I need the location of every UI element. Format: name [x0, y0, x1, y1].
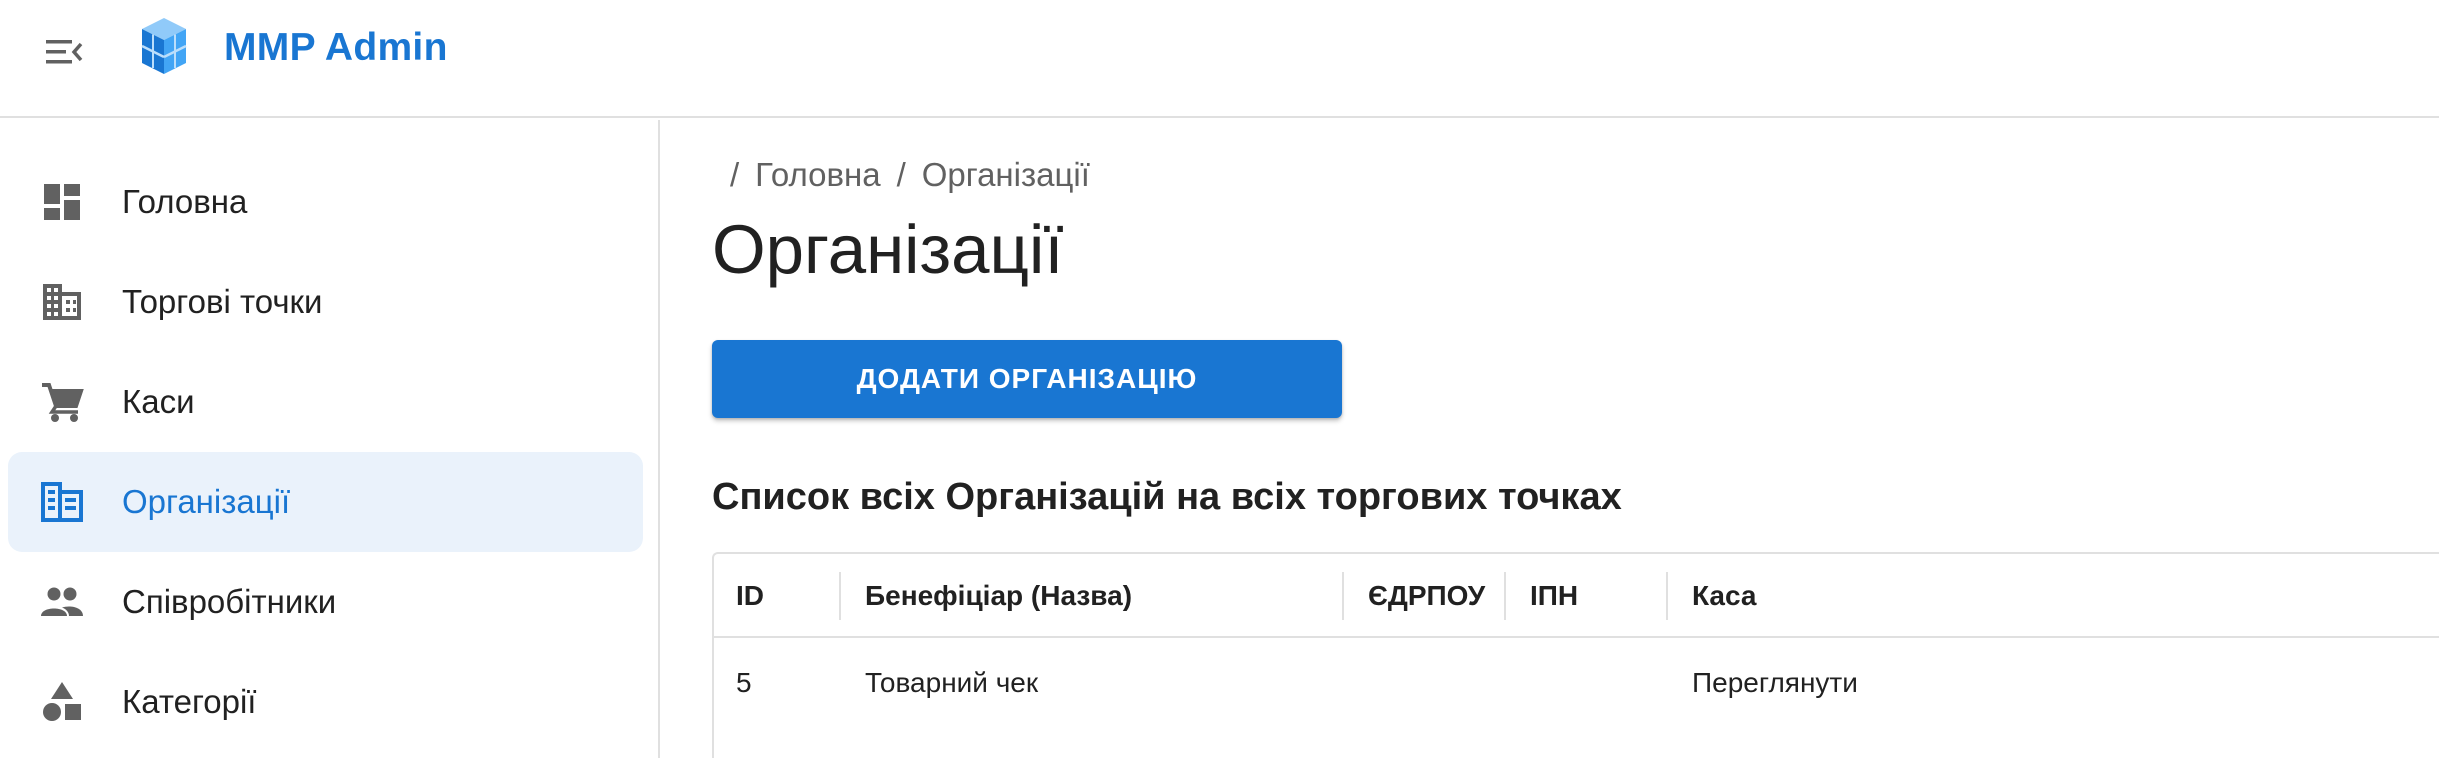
people-icon	[41, 587, 83, 616]
add-organization-button[interactable]: ДОДАТИ ОРГАНІЗАЦІЮ	[712, 340, 1342, 418]
app-title: MMP Admin	[224, 26, 448, 69]
category-shapes-icon	[43, 682, 81, 721]
cubes-logo-icon	[141, 18, 187, 74]
breadcrumb: / Головна / Організації	[730, 156, 1106, 194]
sidebar-item-organizations[interactable]: Організації	[8, 452, 643, 552]
dashboard-icon	[44, 184, 80, 220]
building-icon	[43, 284, 81, 320]
sidebar-item-stores[interactable]: Торгові точки	[8, 252, 643, 352]
column-separator[interactable]	[1504, 572, 1506, 620]
cell-name: Товарний чек	[865, 667, 1039, 698]
column-separator[interactable]	[839, 572, 841, 620]
top-app-bar: MMP Admin	[0, 0, 2439, 118]
column-separator[interactable]	[1342, 572, 1344, 620]
breadcrumb-separator: /	[730, 156, 740, 193]
sidebar-item-label: Каси	[122, 383, 195, 420]
sidebar-item-label: Категорії	[122, 683, 257, 720]
column-header-edrpou[interactable]: ЄДРПОУ	[1346, 554, 1485, 638]
cart-icon	[42, 383, 84, 422]
column-header-kasa[interactable]: Каса	[1670, 554, 1757, 638]
organization-icon	[41, 482, 83, 522]
sidebar-item-label: Організації	[122, 483, 291, 520]
sidebar-item-categories[interactable]: Категорії	[8, 652, 643, 752]
sidebar-item-employees[interactable]: Співробітники	[8, 552, 643, 652]
organizations-table: ID Бенефіціар (Назва) ЄДРПОУ ІПН Каса 5 …	[712, 552, 2439, 758]
cell-edrpou	[1346, 640, 1368, 726]
table-header-row: ID Бенефіціар (Назва) ЄДРПОУ ІПН Каса	[714, 554, 2439, 638]
main-content: / Головна / Організації Організації ДОДАТИ …	[662, 120, 2439, 758]
table-row[interactable]: 5 Товарний чек Переглянути	[714, 640, 2439, 726]
column-header-id[interactable]: ID	[714, 554, 764, 638]
menu-open-icon	[46, 40, 83, 64]
view-kasa-link[interactable]: Переглянути	[1670, 640, 1858, 726]
sidebar-nav: Головна Торгові точки Каси Організації С…	[0, 120, 660, 758]
breadcrumb-item-home[interactable]: Головна	[755, 156, 880, 193]
sidebar-item-label: Головна	[122, 183, 248, 220]
column-header-ipn[interactable]: ІПН	[1508, 554, 1578, 638]
sidebar-item-label: Торгові точки	[122, 283, 323, 320]
cell-id: 5	[736, 667, 752, 698]
sidebar-item-home[interactable]: Головна	[8, 152, 643, 252]
cell-ipn	[1508, 640, 1530, 726]
page-title: Організації	[712, 211, 1064, 288]
sidebar-item-registers[interactable]: Каси	[8, 352, 643, 452]
sidebar-item-label: Співробітники	[122, 583, 337, 620]
column-separator[interactable]	[1666, 572, 1668, 620]
section-title: Список всіх Організацій на всіх торгових…	[712, 476, 1622, 518]
breadcrumb-separator: /	[896, 156, 906, 193]
column-header-name[interactable]: Бенефіціар (Назва)	[843, 554, 1132, 638]
menu-toggle-button[interactable]	[40, 30, 88, 74]
breadcrumb-item-organizations[interactable]: Організації	[922, 156, 1090, 193]
